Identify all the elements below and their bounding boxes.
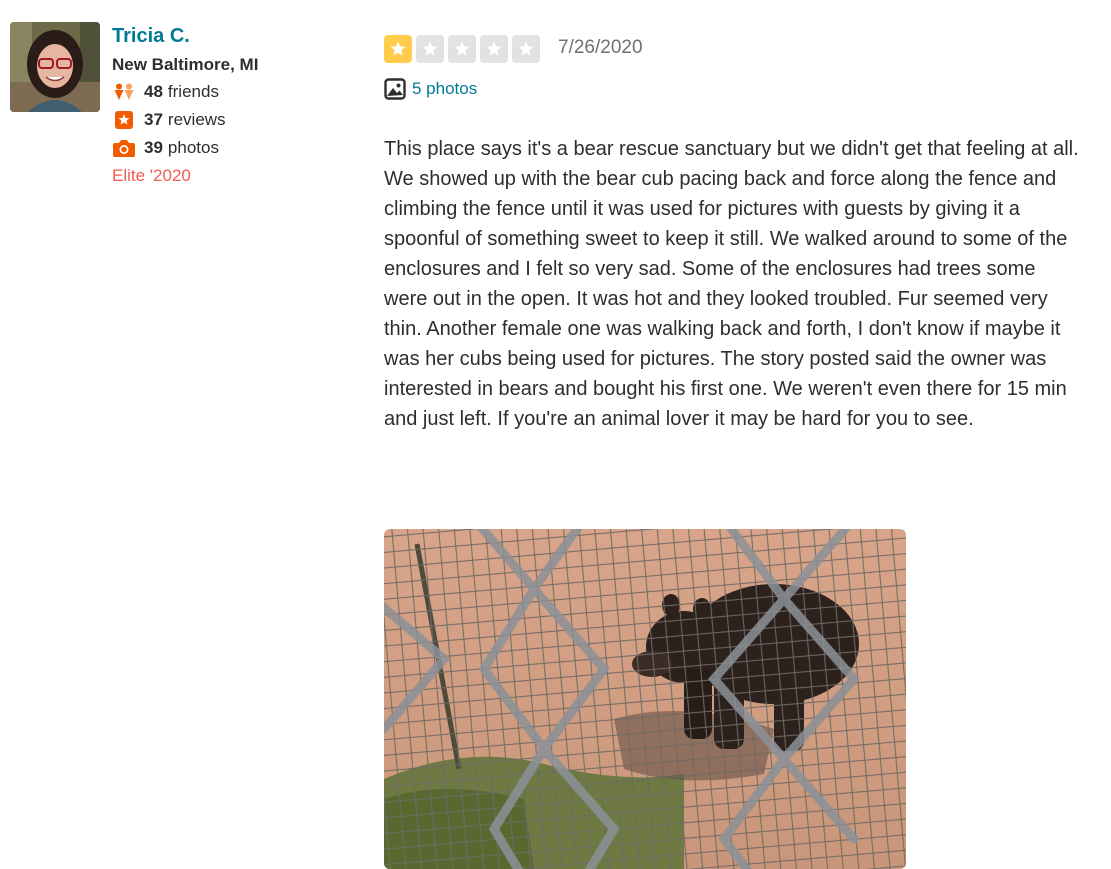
friends-label: friends <box>167 82 219 101</box>
photos-link-label[interactable]: 5 photos <box>412 79 477 99</box>
star-icon <box>384 35 412 63</box>
star-icon <box>480 35 508 63</box>
star-icon <box>448 35 476 63</box>
photos-label: photos <box>167 138 219 157</box>
friends-stat: 48 friends <box>112 82 219 102</box>
reviews-star-icon <box>112 111 136 129</box>
user-name[interactable]: Tricia C. <box>112 25 190 48</box>
star-icon <box>416 35 444 63</box>
avatar-image <box>10 22 100 112</box>
friends-icon <box>112 83 136 101</box>
bear-photo-image <box>384 529 906 869</box>
review-photos-link[interactable]: 5 photos <box>384 78 477 100</box>
review-date: 7/26/2020 <box>558 37 643 58</box>
image-icon <box>384 78 406 100</box>
friends-count: 48 <box>144 82 163 101</box>
review-text: This place says it's a bear rescue sanct… <box>384 138 1079 430</box>
photos-stat: 39 photos <box>112 138 219 158</box>
star-icon <box>512 35 540 63</box>
elite-badge[interactable]: Elite '2020 <box>112 166 191 186</box>
reviews-label: reviews <box>167 110 226 129</box>
star-rating <box>384 35 540 63</box>
review-photo[interactable] <box>384 529 906 869</box>
reviews-count: 37 <box>144 110 163 129</box>
camera-icon <box>112 139 136 158</box>
user-avatar[interactable] <box>10 22 100 112</box>
photos-count: 39 <box>144 138 163 157</box>
user-location: New Baltimore, MI <box>112 55 259 74</box>
reviews-stat: 37 reviews <box>112 110 226 130</box>
